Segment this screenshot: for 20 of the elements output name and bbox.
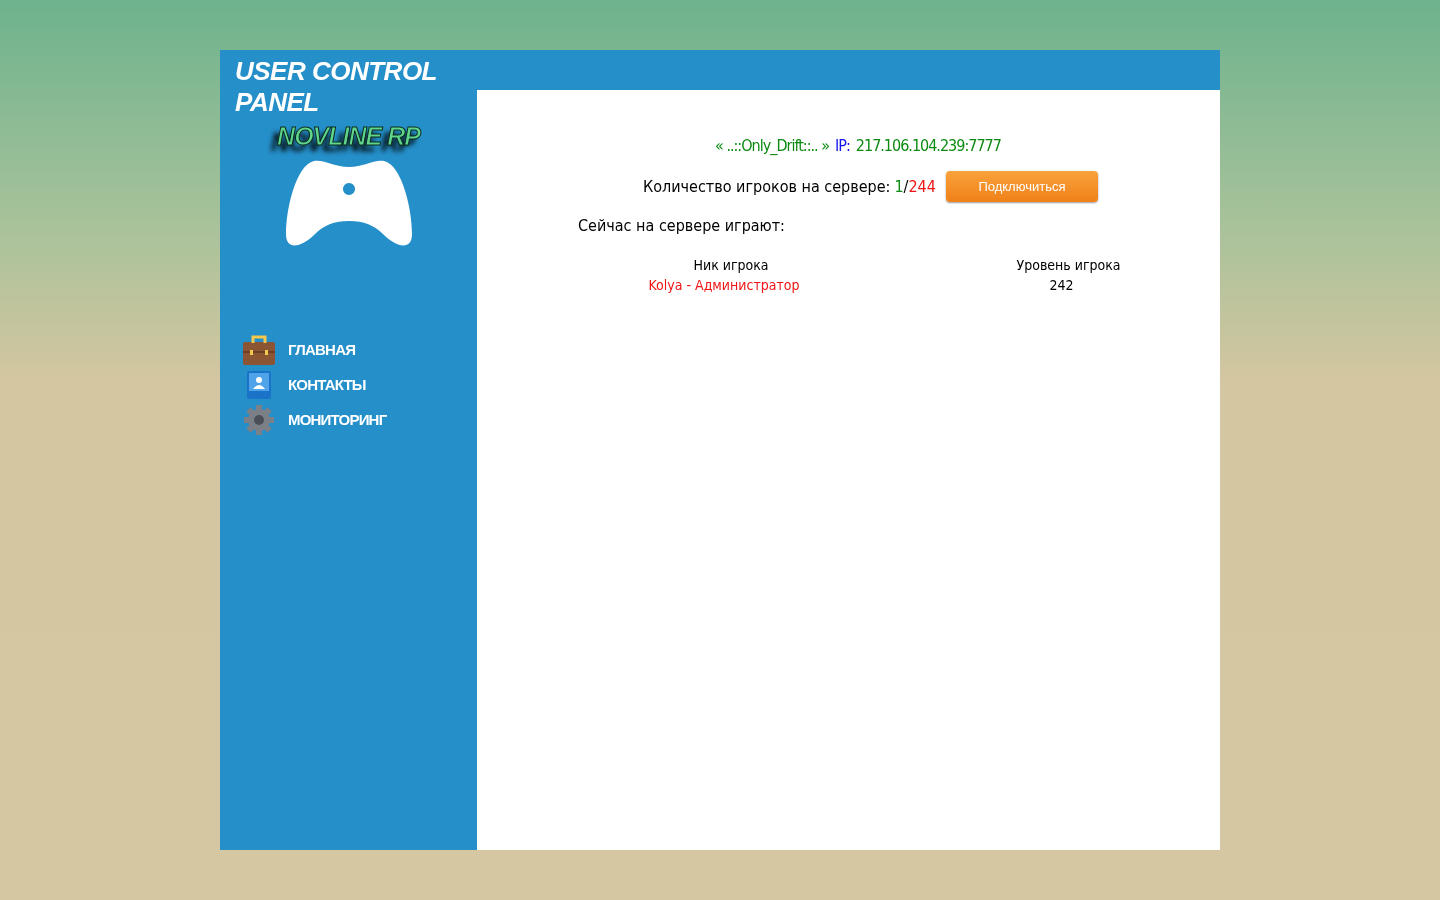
nav-link[interactable]: КОНТАКТЫ [242, 368, 387, 401]
server-name: « ..::Only_Drift::.. » [715, 136, 830, 155]
players-max: 244 [908, 177, 936, 196]
column-header: Ник игрока [692, 256, 770, 275]
players-label: Количество игроков на сервере: [643, 177, 891, 196]
server-ip: 217.106.104.239:7777 [855, 136, 1001, 155]
playing-title: Сейчас на сервере играют: [578, 216, 786, 235]
column-header: Уровень игрока [1015, 256, 1122, 275]
logo-text: NOVLINE RP [277, 122, 420, 151]
briefcase-icon [242, 333, 276, 366]
table-cell-text: Kolya - Администратор [647, 276, 801, 295]
nav-link[interactable]: МОНИТОРИНГ [242, 403, 387, 436]
connect-button[interactable]: Подключиться [945, 171, 1098, 202]
ip-label: IP: [835, 136, 850, 155]
table-cell-text: 242 [1048, 276, 1075, 295]
panel-title: USER CONTROL PANEL [235, 56, 438, 118]
nav-link[interactable]: ГЛАВНАЯ [242, 333, 387, 366]
separator: / [903, 177, 909, 196]
players-online: 1 [894, 177, 904, 196]
gear-icon [242, 403, 276, 436]
